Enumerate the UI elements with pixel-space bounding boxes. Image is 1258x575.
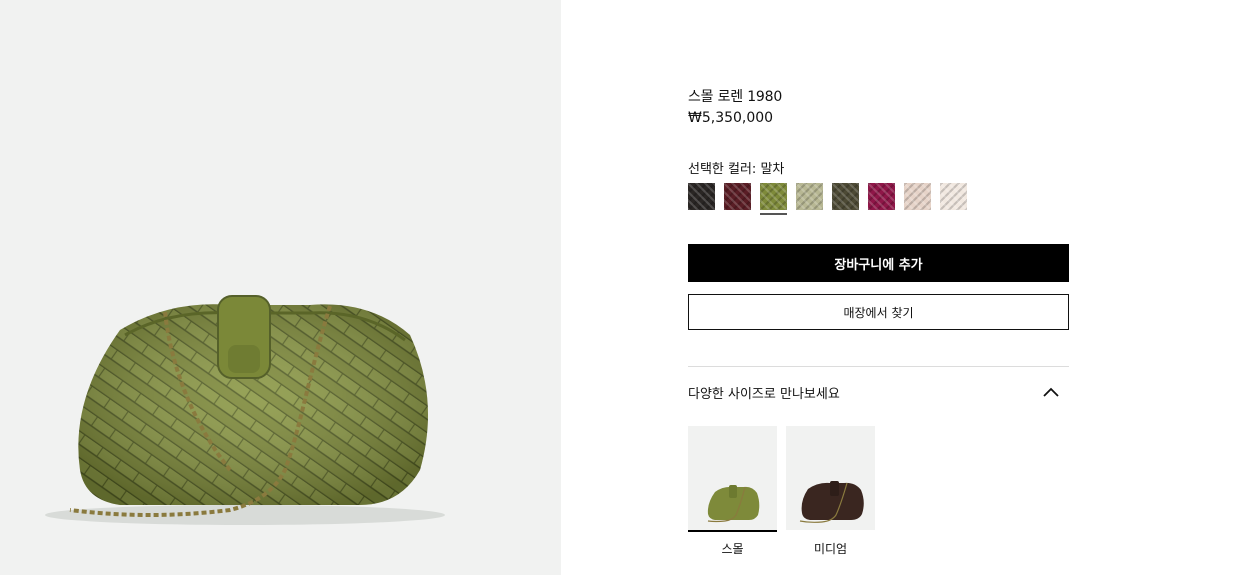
color-swatch-ivory[interactable]: [940, 183, 967, 210]
sizes-heading: 다양한 사이즈로 만나보세요: [688, 386, 840, 402]
swatch-texture: [724, 183, 751, 210]
color-swatches: [688, 183, 988, 217]
swatch-texture: [868, 183, 895, 210]
size-label-medium: 미디엄: [813, 542, 848, 556]
product-price: ₩5,350,000: [688, 110, 774, 126]
add-to-cart-button[interactable]: 장바구니에 추가: [688, 244, 1069, 282]
product-image[interactable]: [0, 0, 561, 575]
selected-color-label: 선택한 컬러: 말차: [688, 162, 785, 177]
product-title: 스몰 로렌 1980: [688, 89, 783, 105]
size-option-small[interactable]: 스몰: [688, 426, 777, 566]
divider: [688, 366, 1069, 367]
swatch-texture: [832, 183, 859, 210]
size-label-small: 스몰: [721, 542, 744, 556]
find-in-store-button[interactable]: 매장에서 찾기: [688, 294, 1069, 330]
color-swatch-olive[interactable]: [832, 183, 859, 210]
color-swatch-black[interactable]: [688, 183, 715, 210]
swatch-texture: [688, 183, 715, 210]
size-options: 스몰 미디엄: [688, 426, 1069, 566]
size-thumbnail-small: [688, 426, 777, 530]
bag-illustration: [45, 295, 445, 525]
color-swatch-blush[interactable]: [904, 183, 931, 210]
swatch-texture: [940, 183, 967, 210]
selected-size-indicator: [688, 530, 777, 532]
color-swatch-sage[interactable]: [796, 183, 823, 210]
color-swatch-burgundy[interactable]: [724, 183, 751, 210]
color-swatch-magenta[interactable]: [868, 183, 895, 210]
swatch-texture: [760, 183, 787, 210]
size-option-medium[interactable]: 미디엄: [786, 426, 875, 566]
selected-swatch-indicator: [760, 213, 787, 215]
swatch-texture: [796, 183, 823, 210]
size-thumbnail-medium: [786, 426, 875, 530]
sizes-accordion-header[interactable]: 다양한 사이즈로 만나보세요: [688, 376, 1069, 408]
chevron-up-icon[interactable]: [1041, 382, 1061, 402]
color-swatch-matcha[interactable]: [760, 183, 787, 215]
swatch-texture: [904, 183, 931, 210]
